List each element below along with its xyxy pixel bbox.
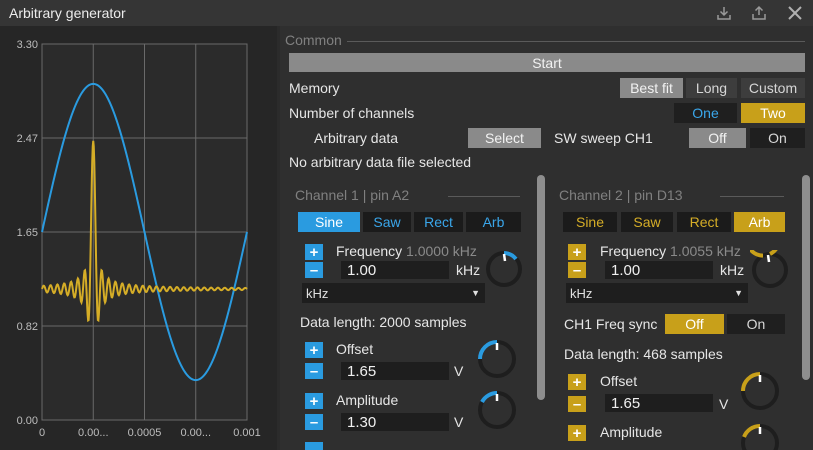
channels-label: Number of channels [289, 105, 415, 121]
channel2-divider [720, 196, 784, 197]
x-tick-label: 0.0005 [128, 427, 162, 439]
y-tick-label: 0.82 [17, 321, 38, 333]
channel1-divider [448, 196, 520, 197]
sw-sweep-label: SW sweep CH1 [554, 130, 653, 146]
ch1-next-button[interactable] [305, 442, 323, 450]
ch2-sync-on-button[interactable]: On [727, 314, 785, 334]
ch1-offset-decrease-button[interactable]: – [305, 363, 323, 380]
memory-best-fit-button[interactable]: Best fit [620, 78, 683, 98]
ch1-scrollbar[interactable] [537, 175, 545, 400]
common-section-title: Common [285, 32, 342, 48]
download-icon[interactable] [713, 3, 735, 23]
sweep-on-button[interactable]: On [750, 128, 805, 148]
plot-panel: 0 0.00... 0.0005 0.00... 0.001 3.30 2.47 1.65 0.… [0, 26, 277, 450]
ch2-frequency-label: Frequency 1.0055 kHz [600, 243, 741, 259]
ch1-amplitude-decrease-button[interactable]: – [305, 414, 323, 431]
ch1-data-length: Data length: 2000 samples [300, 314, 467, 330]
ch2-sync-off-button[interactable]: Off [665, 314, 724, 334]
ch2-data-length: Data length: 468 samples [564, 346, 723, 362]
ch1-saw-button[interactable]: Saw [363, 212, 411, 232]
ch2-freq-decrease-button[interactable]: – [568, 262, 586, 279]
close-icon[interactable] [784, 3, 806, 23]
ch1-offset-unit: V [454, 363, 464, 379]
ch2-amplitude-increase-button[interactable]: + [568, 425, 586, 442]
select-file-button[interactable]: Select [468, 128, 541, 148]
channels-one-button[interactable]: One [674, 103, 737, 123]
x-tick-label: 0 [39, 427, 45, 439]
ch2-rect-button[interactable]: Rect [677, 212, 731, 232]
waveform-chart: 0 0.00... 0.0005 0.00... 0.001 3.30 2.47 1.65 0.… [17, 39, 261, 439]
ch2-frequency-input[interactable]: 1.00 [605, 261, 713, 279]
ch2-sine-button[interactable]: Sine [563, 212, 617, 232]
ch1-frequency-label: Frequency 1.0000 kHz [336, 243, 477, 259]
ch2-freq-increase-button[interactable]: + [568, 244, 586, 261]
chevron-down-icon: ▼ [471, 288, 480, 298]
arbitrary-data-label: Arbitrary data [314, 130, 399, 146]
ch1-frequency-input[interactable]: 1.00 [341, 261, 449, 279]
ch1-amplitude-input[interactable]: 1.30 [341, 413, 449, 431]
ch2-freq-sync-label: CH1 Freq sync [564, 316, 658, 332]
channel1-title: Channel 1 | pin A2 [295, 187, 410, 203]
ch1-frequency-readout: 1.0000 kHz [406, 243, 477, 259]
ch1-freq-increase-button[interactable]: + [305, 244, 323, 261]
common-divider [347, 41, 805, 42]
ch2-saw-button[interactable]: Saw [621, 212, 673, 232]
chevron-down-icon: ▼ [734, 288, 743, 298]
ch2-offset-knob[interactable] [739, 370, 781, 412]
ch2-offset-increase-button[interactable]: + [568, 374, 586, 391]
share-icon[interactable] [748, 3, 770, 23]
ch1-amplitude-knob[interactable] [476, 389, 518, 431]
ch1-offset-label: Offset [336, 341, 374, 357]
memory-custom-button[interactable]: Custom [741, 78, 805, 98]
ch1-unit-select[interactable]: kHz ▼ [302, 283, 485, 303]
ch1-offset-increase-button[interactable]: + [305, 342, 323, 359]
ch1-frequency-knob[interactable] [484, 249, 524, 289]
ch2-offset-decrease-button[interactable]: – [568, 396, 586, 413]
ch1-frequency-unit: kHz [456, 262, 481, 278]
no-file-label: No arbitrary data file selected [289, 154, 472, 170]
ch1-amplitude-label: Amplitude [336, 392, 399, 408]
window-title: Arbitrary generator [9, 5, 126, 21]
channel2-title: Channel 2 | pin D13 [559, 187, 683, 203]
sweep-off-button[interactable]: Off [689, 128, 746, 148]
memory-long-button[interactable]: Long [686, 78, 737, 98]
ch1-amplitude-increase-button[interactable]: + [305, 393, 323, 410]
ch2-scrollbar[interactable] [802, 175, 810, 380]
memory-label: Memory [289, 80, 340, 96]
ch1-amplitude-unit: V [454, 414, 464, 430]
x-tick-label: 0.00... [180, 427, 211, 439]
ch2-unit-select[interactable]: kHz ▼ [566, 283, 748, 303]
ch2-frequency-unit: kHz [720, 262, 745, 278]
y-tick-label: 2.47 [17, 133, 38, 145]
ch2-frequency-readout: 1.0055 kHz [670, 243, 741, 259]
ch1-offset-knob[interactable] [476, 338, 518, 380]
start-button[interactable]: Start [289, 53, 805, 72]
ch2-arb-button[interactable]: Arb [734, 212, 785, 232]
x-tick-label: 0.001 [233, 427, 261, 439]
y-tick-label: 3.30 [17, 39, 38, 51]
channels-two-button[interactable]: Two [741, 103, 805, 123]
ch2-amplitude-label: Amplitude [600, 424, 663, 440]
y-tick-label: 1.65 [17, 227, 38, 239]
ch1-offset-input[interactable]: 1.65 [341, 362, 449, 380]
ch1-freq-decrease-button[interactable]: – [305, 262, 323, 279]
y-tick-label: 0.00 [17, 415, 38, 427]
ch2-offset-input[interactable]: 1.65 [605, 394, 713, 412]
ch2-frequency-knob[interactable] [750, 250, 790, 290]
ch1-arb-button[interactable]: Arb [466, 212, 521, 232]
x-tick-label: 0.00... [78, 427, 109, 439]
ch1-rect-button[interactable]: Rect [414, 212, 463, 232]
ch1-sine-button[interactable]: Sine [298, 212, 360, 232]
ch2-offset-label: Offset [600, 373, 638, 389]
ch2-amplitude-knob[interactable] [739, 422, 781, 450]
ch2-offset-unit: V [719, 396, 729, 412]
